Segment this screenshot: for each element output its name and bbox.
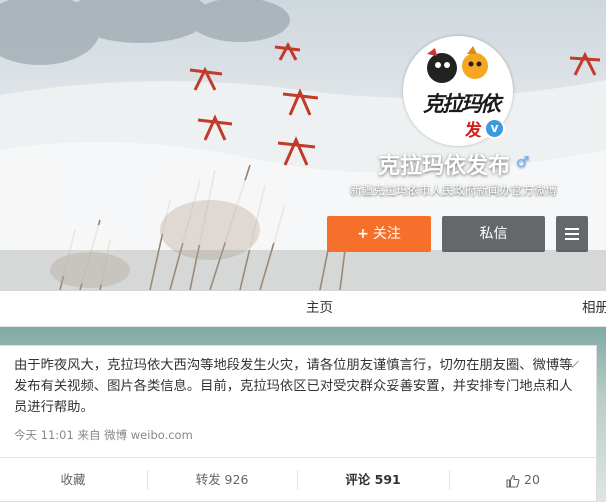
like-count: 20 (524, 472, 540, 487)
avatar-logo-sub: 发 (465, 121, 482, 141)
follow-button[interactable]: + 关注 (327, 216, 431, 252)
verified-badge-icon: v (484, 118, 505, 139)
male-gender-icon: ♂ (516, 153, 530, 171)
more-menu-button[interactable] (556, 216, 588, 252)
tab-album[interactable]: 相册 (582, 291, 606, 327)
post-card: 由于昨夜风大，克拉玛依大西沟等地段发生火灾，请各位朋友谨慎言行，切勿在朋友圈、微… (0, 345, 597, 502)
favorite-button[interactable]: 收藏 (0, 458, 146, 502)
profile-name: 克拉玛依发布 (378, 154, 511, 179)
plus-icon: + (357, 226, 369, 242)
post-text: 由于昨夜风大，克拉玛依大西沟等地段发生火灾，请各位朋友谨慎言行，切勿在朋友圈、微… (14, 358, 573, 415)
post-actions: 收藏 转发 926 评论 591 20 (0, 457, 597, 502)
like-button[interactable]: 20 (450, 458, 596, 502)
profile-tab-bar: 主页 相册 (0, 291, 606, 327)
repost-button[interactable]: 转发 926 (148, 458, 296, 502)
thumbs-up-icon (506, 474, 520, 488)
profile-description: 新疆克拉玛依市人民政府新闻办官方微博 (350, 183, 557, 197)
avatar-logo-text: 克拉玛依 (423, 91, 501, 116)
tab-home[interactable]: 主页 (306, 291, 333, 327)
post-meta: 今天 11:01 来自 微博 weibo.com (14, 428, 193, 442)
comment-button[interactable]: 评论 591 (298, 458, 448, 502)
message-button[interactable]: 私信 (442, 216, 545, 252)
mascot-icon (427, 46, 488, 83)
follow-label: 关注 (372, 226, 401, 242)
menu-icon (565, 228, 579, 230)
profile-cover: 克拉玛依 发 v 克拉玛依发布 ♂ 新疆克拉玛依市人民政府新闻办官方微博 + 关注… (0, 0, 606, 291)
